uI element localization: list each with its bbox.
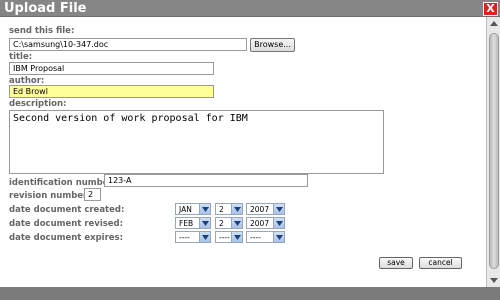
expires-day-value: ---- <box>219 233 230 242</box>
browse-button[interactable]: Browse... <box>250 38 295 52</box>
expires-year-select[interactable]: ---- <box>246 231 285 243</box>
close-button[interactable]: X <box>483 2 498 16</box>
revised-day-select[interactable]: 2 <box>215 217 243 229</box>
expires-month-select[interactable]: ---- <box>175 231 211 243</box>
created-day-select[interactable]: 2 <box>215 203 243 215</box>
revised-day-value: 2 <box>219 219 224 228</box>
window-title: Upload File <box>4 1 87 16</box>
created-label: date document created: <box>9 205 125 215</box>
created-day-value: 2 <box>219 205 224 214</box>
expires-year-value: ---- <box>250 233 261 242</box>
chevron-down-icon <box>199 232 210 242</box>
author-input[interactable]: Ed Browl <box>9 85 214 98</box>
created-year-value: 2007 <box>250 205 270 214</box>
title-input[interactable]: IBM Proposal <box>9 62 214 75</box>
save-button[interactable]: save <box>379 257 413 269</box>
description-label: description: <box>9 99 67 109</box>
scroll-thumb[interactable] <box>489 33 499 269</box>
send-file-input[interactable]: C:\samsung\10-347.doc <box>9 38 247 51</box>
title-label: title: <box>9 52 33 62</box>
revised-year-select[interactable]: 2007 <box>246 217 285 229</box>
window-footer <box>0 287 500 300</box>
revised-label: date document revised: <box>9 219 124 229</box>
chevron-down-icon <box>231 218 242 228</box>
send-file-label: send this file: <box>9 26 75 36</box>
window-titlebar: Upload File X <box>0 0 500 17</box>
cancel-button[interactable]: cancel <box>419 257 462 269</box>
revised-month-select[interactable]: FEB <box>175 217 211 229</box>
identification-label: identification number: <box>9 178 117 188</box>
expires-label: date document expires: <box>9 233 123 243</box>
chevron-down-icon <box>199 204 210 214</box>
chevron-down-icon <box>273 204 284 214</box>
chevron-down-icon <box>231 232 242 242</box>
scroll-up-icon[interactable] <box>488 18 500 30</box>
description-textarea[interactable]: Second version of work proposal for IBM <box>9 110 384 174</box>
identification-input[interactable]: 123-A <box>104 174 308 187</box>
chevron-down-icon <box>231 204 242 214</box>
chevron-down-icon <box>273 218 284 228</box>
created-year-select[interactable]: 2007 <box>246 203 285 215</box>
chevron-down-icon <box>199 218 210 228</box>
vertical-scrollbar[interactable] <box>486 17 500 287</box>
upload-form: send this file: C:\samsung\10-347.doc Br… <box>0 17 486 287</box>
revised-month-value: FEB <box>179 219 194 228</box>
chevron-down-icon <box>273 232 284 242</box>
revision-label: revision number: <box>9 191 91 201</box>
expires-day-select[interactable]: ---- <box>215 231 243 243</box>
revision-input[interactable]: 2 <box>84 188 101 201</box>
revised-year-value: 2007 <box>250 219 270 228</box>
created-month-select[interactable]: JAN <box>175 203 211 215</box>
created-month-value: JAN <box>179 205 192 214</box>
scroll-down-icon[interactable] <box>488 274 500 286</box>
expires-month-value: ---- <box>179 233 190 242</box>
